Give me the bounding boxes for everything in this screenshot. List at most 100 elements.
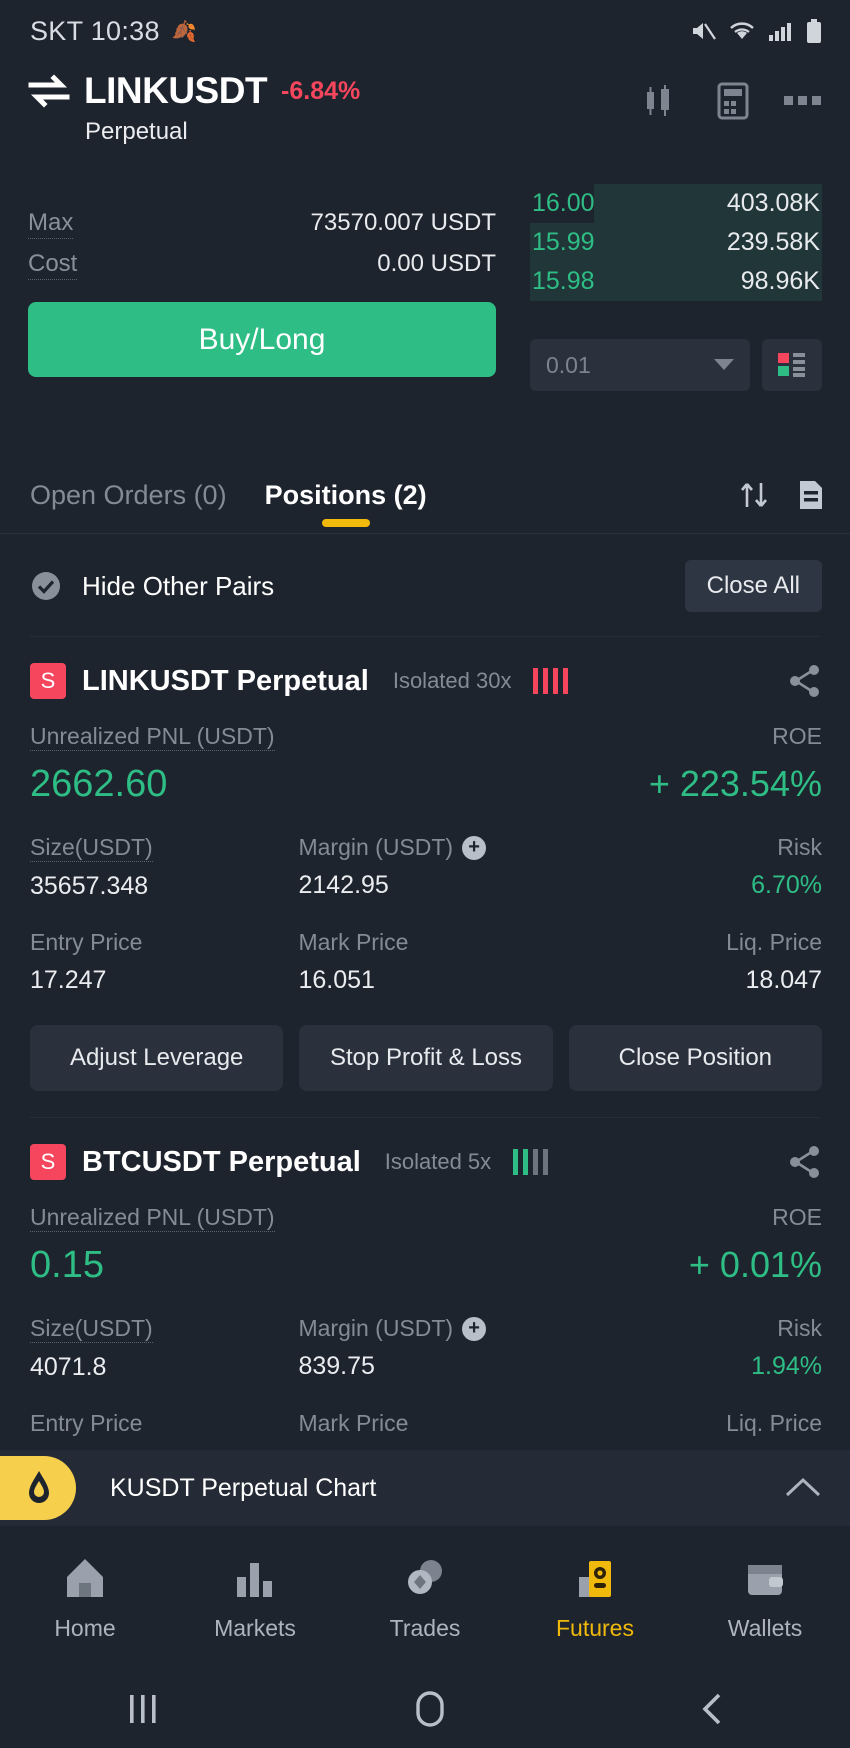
nav-item-wallets[interactable]: Wallets [690, 1555, 840, 1642]
mark-price-value: 16.051 [298, 966, 375, 994]
orders-tabs: Open Orders (0) Positions (2) [30, 437, 427, 533]
entry-price-value: 17.247 [30, 966, 107, 994]
size-label: Size(USDT) [30, 1315, 153, 1343]
nav-item-home[interactable]: Home [10, 1555, 160, 1642]
position-name[interactable]: LINKUSDT Perpetual [82, 665, 369, 698]
tab-open-orders[interactable]: Open Orders (0) [30, 480, 227, 533]
position-identity: S BTCUSDT Perpetual Isolated 5x [30, 1144, 549, 1180]
entry-price-cell: Entry Price [30, 1410, 298, 1437]
pnl-values: 0.15 + 0.01% [30, 1244, 822, 1287]
more-icon[interactable] [784, 95, 824, 107]
tick-size-select[interactable]: 0.01 [530, 339, 750, 391]
nav-item-futures[interactable]: Futures [520, 1555, 670, 1642]
orderbook: 16.00 403.08K 15.99 239.58K 15.98 98.96K… [496, 172, 822, 437]
status-right [690, 19, 822, 43]
nav-label-futures: Futures [556, 1615, 634, 1641]
positions-toolbar: Hide Other Pairs Close All [0, 534, 850, 636]
liq-price-label: Liq. Price [726, 929, 822, 955]
plus-circle-icon[interactable]: + [462, 835, 487, 860]
recents-icon[interactable] [121, 1689, 165, 1729]
share-icon[interactable] [788, 1145, 822, 1179]
orderbook-price: 16.00 [532, 189, 595, 217]
side-badge: S [30, 1144, 66, 1180]
chart-bar-text: KUSDT Perpetual Chart [110, 1473, 377, 1502]
hide-other-pairs-toggle[interactable]: Hide Other Pairs [30, 570, 274, 602]
orderbook-controls: 0.01 [530, 339, 822, 391]
nav-label-home: Home [54, 1615, 116, 1641]
futures-icon [579, 1561, 611, 1597]
orderbook-layout-button[interactable] [762, 339, 822, 391]
orderbook-layout-icon [778, 353, 805, 377]
mute-icon [693, 23, 716, 40]
max-row: Max 73570.007 USDT [28, 208, 496, 239]
tab-positions[interactable]: Positions (2) [265, 480, 427, 533]
status-time: SKT 10:38 [30, 15, 160, 46]
droplet-icon [29, 1471, 49, 1503]
unrealized-pnl-label: Unrealized PNL (USDT) [30, 723, 275, 751]
buy-long-button[interactable]: Buy/Long [28, 302, 496, 377]
orderbook-amount: 239.58K [726, 228, 820, 256]
adjust-leverage-button[interactable]: Adjust Leverage [30, 1025, 284, 1091]
pair-header-left: LINKUSDT -6.84% Perpetual [28, 70, 360, 146]
nav-label-markets: Markets [214, 1615, 296, 1641]
app-screen: SKT 10:38 🍂 LINKUSDT -6.84% Perpetual Ma… [0, 0, 850, 1748]
position-metrics-row-1: Size(USDT) 4071.8 Margin (USDT) + 839.75… [30, 1315, 822, 1382]
nav-item-markets[interactable]: Markets [180, 1555, 330, 1642]
orderbook-row[interactable]: 16.00 403.08K [530, 184, 822, 223]
caret-down-icon [714, 359, 734, 370]
candlestick-icon[interactable] [642, 84, 682, 118]
pair-name[interactable]: LINKUSDT [84, 70, 268, 112]
swap-arrows-icon[interactable] [28, 74, 70, 108]
home-icon [67, 1559, 103, 1597]
unrealized-pnl-value: 0.15 [30, 1244, 104, 1286]
entry-price-cell: Entry Price 17.247 [30, 929, 298, 995]
size-value: 4071.8 [30, 1353, 107, 1381]
chart-pill[interactable] [0, 1456, 76, 1520]
roe-value: + 223.54% [648, 763, 822, 804]
risk-label: Risk [777, 834, 822, 860]
risk-level-bars [513, 1149, 549, 1175]
orderbook-row[interactable]: 15.99 239.58K [530, 223, 822, 262]
bottom-navigation: Home Markets Trades Futures Wallets [0, 1520, 850, 1670]
max-value: 73570.007 USDT [310, 209, 496, 236]
position-metrics-row-2: Entry Price 17.247 Mark Price 16.051 Liq… [30, 929, 822, 995]
document-icon[interactable] [798, 479, 824, 511]
signal-icon [769, 23, 791, 41]
position-card: S LINKUSDT Perpetual Isolated 30x Unreal… [0, 637, 850, 1091]
close-position-button[interactable]: Close Position [568, 1025, 822, 1091]
calculator-icon[interactable] [716, 82, 750, 120]
risk-level-bars [533, 668, 569, 694]
trade-panel: Max 73570.007 USDT Cost 0.00 USDT Buy/Lo… [0, 172, 850, 437]
nav-item-trades[interactable]: Trades [350, 1555, 500, 1642]
mark-price-label: Mark Price [298, 1410, 409, 1436]
sort-updown-icon[interactable] [738, 479, 770, 511]
tick-size-value: 0.01 [546, 351, 591, 378]
close-all-button[interactable]: Close All [684, 560, 822, 612]
chart-bar[interactable]: KUSDT Perpetual Chart [0, 1450, 850, 1526]
max-label: Max [28, 208, 74, 239]
margin-label: Margin (USDT) + [298, 834, 487, 861]
liq-price-value: 18.047 [745, 966, 822, 994]
liq-price-label: Liq. Price [726, 1410, 822, 1436]
back-chevron-icon[interactable] [695, 1689, 729, 1729]
plus-circle-icon[interactable]: + [462, 1316, 487, 1341]
pair-title-row[interactable]: LINKUSDT -6.84% [28, 70, 360, 112]
bars-icon [237, 1563, 272, 1597]
roe-label: ROE [772, 723, 822, 749]
size-cell: Size(USDT) 4071.8 [30, 1315, 298, 1382]
unrealized-pnl-label: Unrealized PNL (USDT) [30, 1204, 275, 1232]
position-metrics-row-1: Size(USDT) 35657.348 Margin (USDT) + 214… [30, 834, 822, 901]
stop-profit-loss-button[interactable]: Stop Profit & Loss [299, 1025, 553, 1091]
size-value: 35657.348 [30, 872, 149, 900]
position-identity: S LINKUSDT Perpetual Isolated 30x [30, 663, 569, 699]
cost-value: 0.00 USDT [377, 250, 496, 277]
share-icon[interactable] [788, 664, 822, 698]
risk-value: 6.70% [751, 871, 822, 899]
chevron-up-icon[interactable] [784, 1475, 822, 1501]
position-name[interactable]: BTCUSDT Perpetual [82, 1146, 361, 1179]
orderbook-row[interactable]: 15.98 98.96K [530, 262, 822, 301]
mark-price-cell: Mark Price 16.051 [298, 929, 580, 995]
home-circle-icon[interactable] [408, 1687, 452, 1731]
liq-price-cell: Liq. Price [580, 1410, 822, 1437]
size-label: Size(USDT) [30, 834, 153, 862]
